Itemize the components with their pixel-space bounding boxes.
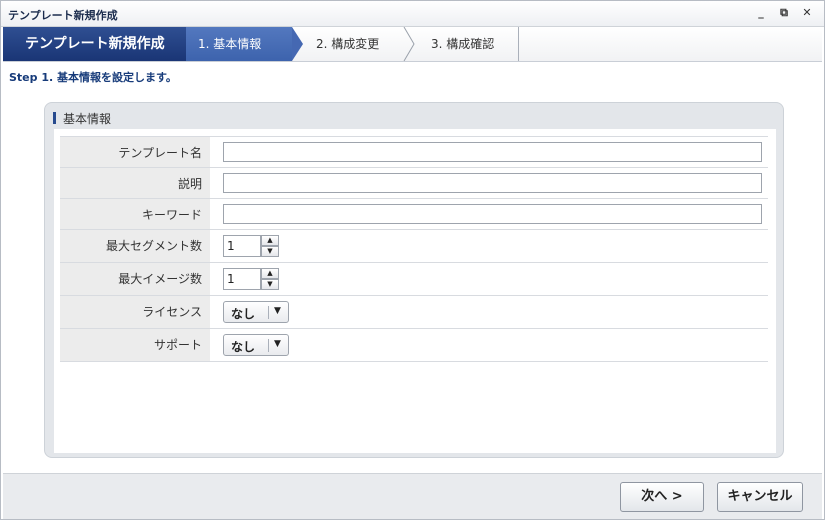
increment-up-icon[interactable]: ▲ bbox=[261, 268, 279, 279]
title-bar: テンプレート新規作成 _ ⧉ ✕ bbox=[1, 1, 824, 27]
field-label-max-images: 最大イメージ数 bbox=[60, 262, 210, 296]
chevron-down-icon: ▼ bbox=[274, 339, 281, 349]
field-label-support: サポート bbox=[60, 328, 210, 362]
panel-body: テンプレート名 説明 キーワード 最大セグメント数 1 ▲ ▼ 最大イメージ数 … bbox=[54, 129, 776, 453]
form-table: テンプレート名 説明 キーワード 最大セグメント数 1 ▲ ▼ 最大イメージ数 … bbox=[60, 136, 768, 362]
panel-header: 基本情報 bbox=[53, 110, 111, 127]
wizard-step-basic-info: 1. 基本情報 bbox=[186, 27, 292, 61]
support-selected-value: なし bbox=[231, 340, 256, 354]
wizard-step-bar: テンプレート新規作成 1. 基本情報 2. 構成変更 3. 構成確認 bbox=[3, 27, 822, 62]
field-label-template-name: テンプレート名 bbox=[60, 136, 210, 168]
step-description: Step 1. 基本情報を設定します。 bbox=[9, 71, 177, 84]
decrement-down-icon[interactable]: ▼ bbox=[261, 279, 279, 290]
select-divider bbox=[268, 339, 269, 352]
chevron-right-icon bbox=[403, 27, 415, 61]
form-row-max-images: 最大イメージ数 1 ▲ ▼ bbox=[60, 262, 768, 296]
form-row-support: サポート なし ▼ bbox=[60, 328, 768, 362]
license-selected-value: なし bbox=[231, 307, 256, 321]
license-select[interactable]: なし ▼ bbox=[223, 301, 289, 323]
description-input[interactable] bbox=[223, 173, 762, 193]
max-images-stepper: 1 ▲ ▼ bbox=[223, 268, 279, 290]
step-arrow-icon bbox=[292, 27, 303, 61]
next-button[interactable]: 次へ > bbox=[620, 482, 704, 512]
close-icon[interactable]: ✕ bbox=[799, 5, 815, 21]
field-label-description: 説明 bbox=[60, 167, 210, 199]
wizard-title: テンプレート新規作成 bbox=[3, 27, 186, 61]
form-row-max-segments: 最大セグメント数 1 ▲ ▼ bbox=[60, 229, 768, 263]
form-row-license: ライセンス なし ▼ bbox=[60, 295, 768, 329]
support-select[interactable]: なし ▼ bbox=[223, 334, 289, 356]
field-label-license: ライセンス bbox=[60, 295, 210, 329]
max-segments-stepper: 1 ▲ ▼ bbox=[223, 235, 279, 257]
template-name-input[interactable] bbox=[223, 142, 762, 162]
panel-title: 基本情報 bbox=[63, 112, 112, 126]
increment-up-icon[interactable]: ▲ bbox=[261, 235, 279, 246]
window-title: テンプレート新規作成 bbox=[8, 9, 118, 22]
select-divider bbox=[268, 306, 269, 319]
field-label-max-segments: 最大セグメント数 bbox=[60, 229, 210, 263]
form-row-keyword: キーワード bbox=[60, 198, 768, 230]
wizard-divider bbox=[518, 27, 519, 61]
max-images-input[interactable]: 1 bbox=[223, 268, 261, 290]
basic-info-panel: 基本情報 テンプレート名 説明 キーワード 最大セグメント数 1 ▲ ▼ 最大イ… bbox=[44, 102, 784, 458]
form-row-description: 説明 bbox=[60, 167, 768, 199]
field-label-keyword: キーワード bbox=[60, 198, 210, 230]
decrement-down-icon[interactable]: ▼ bbox=[261, 246, 279, 257]
wizard-step-config-confirm: 3. 構成確認 bbox=[431, 37, 495, 51]
restore-icon[interactable]: ⧉ bbox=[776, 5, 792, 21]
wizard-window: テンプレート新規作成 _ ⧉ ✕ テンプレート新規作成 1. 基本情報 2. 構… bbox=[0, 0, 825, 520]
wizard-step-config-change: 2. 構成変更 bbox=[316, 37, 380, 51]
max-segments-input[interactable]: 1 bbox=[223, 235, 261, 257]
minimize-icon[interactable]: _ bbox=[753, 5, 769, 21]
chevron-down-icon: ▼ bbox=[274, 306, 281, 316]
footer-bar: 次へ > キャンセル bbox=[3, 473, 822, 519]
cancel-button[interactable]: キャンセル bbox=[717, 482, 803, 512]
header-bar-icon bbox=[53, 112, 56, 124]
form-row-template-name: テンプレート名 bbox=[60, 136, 768, 168]
keyword-input[interactable] bbox=[223, 204, 762, 224]
